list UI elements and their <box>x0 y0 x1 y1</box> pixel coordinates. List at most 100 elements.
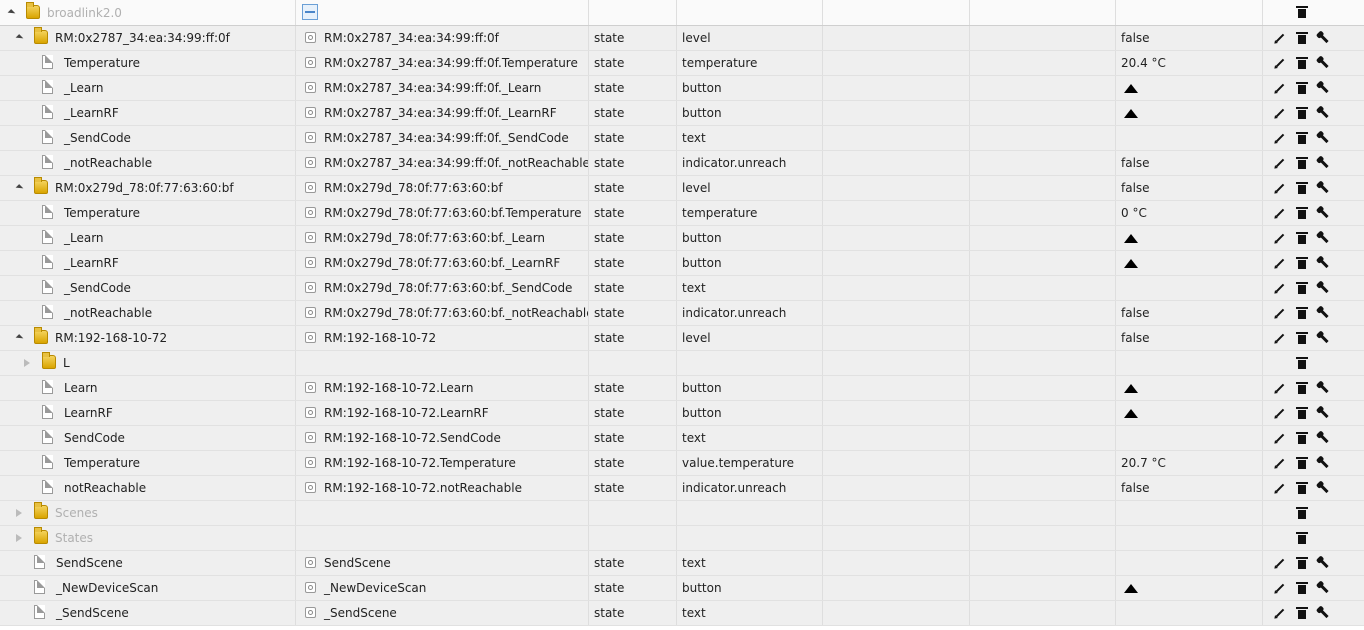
value-cell[interactable] <box>1116 101 1263 125</box>
delete-button[interactable] <box>1294 580 1310 596</box>
delete-button[interactable] <box>1294 5 1310 21</box>
value-cell[interactable] <box>1116 76 1263 100</box>
settings-button[interactable] <box>1316 130 1332 146</box>
settings-button[interactable] <box>1316 180 1332 196</box>
value-cell[interactable] <box>1116 576 1263 600</box>
delete-button[interactable] <box>1294 155 1310 171</box>
settings-button[interactable] <box>1316 255 1332 271</box>
settings-button[interactable] <box>1316 230 1332 246</box>
push-button-icon[interactable] <box>1124 258 1138 268</box>
tree-row[interactable]: Temperature RM:0x2787_34:ea:34:99:ff:0f.T… <box>0 51 1364 76</box>
expand-toggle-icon[interactable] <box>14 533 24 543</box>
settings-button[interactable] <box>1316 455 1332 471</box>
tree-row[interactable]: States <box>0 526 1364 551</box>
settings-button[interactable] <box>1316 480 1332 496</box>
tree-row[interactable]: LearnRF RM:192-168-10-72.LearnRF state butt… <box>0 401 1364 426</box>
delete-button[interactable] <box>1294 405 1310 421</box>
delete-button[interactable] <box>1294 555 1310 571</box>
edit-button[interactable] <box>1272 255 1288 271</box>
value-cell[interactable] <box>1116 251 1263 275</box>
settings-button[interactable] <box>1316 105 1332 121</box>
edit-button[interactable] <box>1272 480 1288 496</box>
delete-button[interactable] <box>1294 330 1310 346</box>
delete-button[interactable] <box>1294 205 1310 221</box>
settings-button[interactable] <box>1316 605 1332 621</box>
edit-button[interactable] <box>1272 580 1288 596</box>
tree-row[interactable]: Temperature RM:192-168-10-72.Temperature s… <box>0 451 1364 476</box>
tree-row[interactable]: RM:192-168-10-72 RM:192-168-10-72 state lev… <box>0 326 1364 351</box>
settings-button[interactable] <box>1316 305 1332 321</box>
tree-row[interactable]: RM:0x2787_34:ea:34:99:ff:0f RM:0x2787_34:… <box>0 26 1364 51</box>
settings-button[interactable] <box>1316 330 1332 346</box>
delete-button[interactable] <box>1294 480 1310 496</box>
edit-button[interactable] <box>1272 205 1288 221</box>
delete-button[interactable] <box>1294 355 1310 371</box>
tree-row[interactable]: SendCode RM:192-168-10-72.SendCode state te… <box>0 426 1364 451</box>
edit-button[interactable] <box>1272 180 1288 196</box>
edit-button[interactable] <box>1272 405 1288 421</box>
edit-button[interactable] <box>1272 230 1288 246</box>
collapse-toggle-icon[interactable] <box>14 183 24 193</box>
edit-button[interactable] <box>1272 105 1288 121</box>
edit-button[interactable] <box>1272 305 1288 321</box>
tree-row[interactable]: L <box>0 351 1364 376</box>
delete-button[interactable] <box>1294 55 1310 71</box>
push-button-icon[interactable] <box>1124 408 1138 418</box>
tree-row[interactable]: broadlink2.0 <box>0 0 1364 26</box>
collapse-toggle-icon[interactable] <box>14 333 24 343</box>
settings-button[interactable] <box>1316 580 1332 596</box>
tree-row[interactable]: _SendCode RM:0x2787_34:ea:34:99:ff:0f._Se… <box>0 126 1364 151</box>
edit-button[interactable] <box>1272 455 1288 471</box>
tree-row[interactable]: _LearnRF RM:0x279d_78:0f:77:63:60:bf._Lea… <box>0 251 1364 276</box>
tree-row[interactable]: notReachable RM:192-168-10-72.notReachabl… <box>0 476 1364 501</box>
tree-row[interactable]: _Learn RM:0x279d_78:0f:77:63:60:bf._Learn… <box>0 226 1364 251</box>
settings-button[interactable] <box>1316 280 1332 296</box>
value-cell[interactable] <box>1116 376 1263 400</box>
tree-row[interactable]: _LearnRF RM:0x2787_34:ea:34:99:ff:0f._Lea… <box>0 101 1364 126</box>
edit-button[interactable] <box>1272 555 1288 571</box>
edit-button[interactable] <box>1272 30 1288 46</box>
edit-button[interactable] <box>1272 430 1288 446</box>
edit-button[interactable] <box>1272 155 1288 171</box>
push-button-icon[interactable] <box>1124 233 1138 243</box>
settings-button[interactable] <box>1316 55 1332 71</box>
delete-button[interactable] <box>1294 380 1310 396</box>
collapse-toggle-icon[interactable] <box>6 8 16 18</box>
edit-button[interactable] <box>1272 55 1288 71</box>
value-cell[interactable] <box>1116 401 1263 425</box>
delete-button[interactable] <box>1294 230 1310 246</box>
settings-button[interactable] <box>1316 205 1332 221</box>
tree-row[interactable]: _notReachable RM:0x2787_34:ea:34:99:ff:0f… <box>0 151 1364 176</box>
edit-button[interactable] <box>1272 330 1288 346</box>
expand-toggle-icon[interactable] <box>14 508 24 518</box>
settings-button[interactable] <box>1316 380 1332 396</box>
tree-row[interactable]: _SendCode RM:0x279d_78:0f:77:63:60:bf._Se… <box>0 276 1364 301</box>
settings-button[interactable] <box>1316 30 1332 46</box>
tree-row[interactable]: _notReachable RM:0x279d_78:0f:77:63:60:bf… <box>0 301 1364 326</box>
delete-button[interactable] <box>1294 255 1310 271</box>
settings-button[interactable] <box>1316 430 1332 446</box>
edit-button[interactable] <box>1272 280 1288 296</box>
delete-button[interactable] <box>1294 280 1310 296</box>
push-button-icon[interactable] <box>1124 383 1138 393</box>
tree-row[interactable]: _SendScene _SendScene state text <box>0 601 1364 626</box>
value-cell[interactable] <box>1116 226 1263 250</box>
tree-row[interactable]: SendScene SendScene state text <box>0 551 1364 576</box>
delete-button[interactable] <box>1294 505 1310 521</box>
delete-button[interactable] <box>1294 605 1310 621</box>
collapse-toggle-icon[interactable] <box>14 33 24 43</box>
settings-button[interactable] <box>1316 155 1332 171</box>
edit-button[interactable] <box>1272 605 1288 621</box>
push-button-icon[interactable] <box>1124 83 1138 93</box>
delete-button[interactable] <box>1294 30 1310 46</box>
delete-button[interactable] <box>1294 455 1310 471</box>
edit-button[interactable] <box>1272 80 1288 96</box>
delete-button[interactable] <box>1294 80 1310 96</box>
tree-row[interactable]: Scenes <box>0 501 1364 526</box>
tree-row[interactable]: _Learn RM:0x2787_34:ea:34:99:ff:0f._Learn… <box>0 76 1364 101</box>
delete-button[interactable] <box>1294 130 1310 146</box>
tree-row[interactable]: Learn RM:192-168-10-72.Learn state button <box>0 376 1364 401</box>
delete-button[interactable] <box>1294 530 1310 546</box>
tree-row[interactable]: _NewDeviceScan _NewDeviceScan state button <box>0 576 1364 601</box>
tree-row[interactable]: RM:0x279d_78:0f:77:63:60:bf RM:0x279d_78:… <box>0 176 1364 201</box>
